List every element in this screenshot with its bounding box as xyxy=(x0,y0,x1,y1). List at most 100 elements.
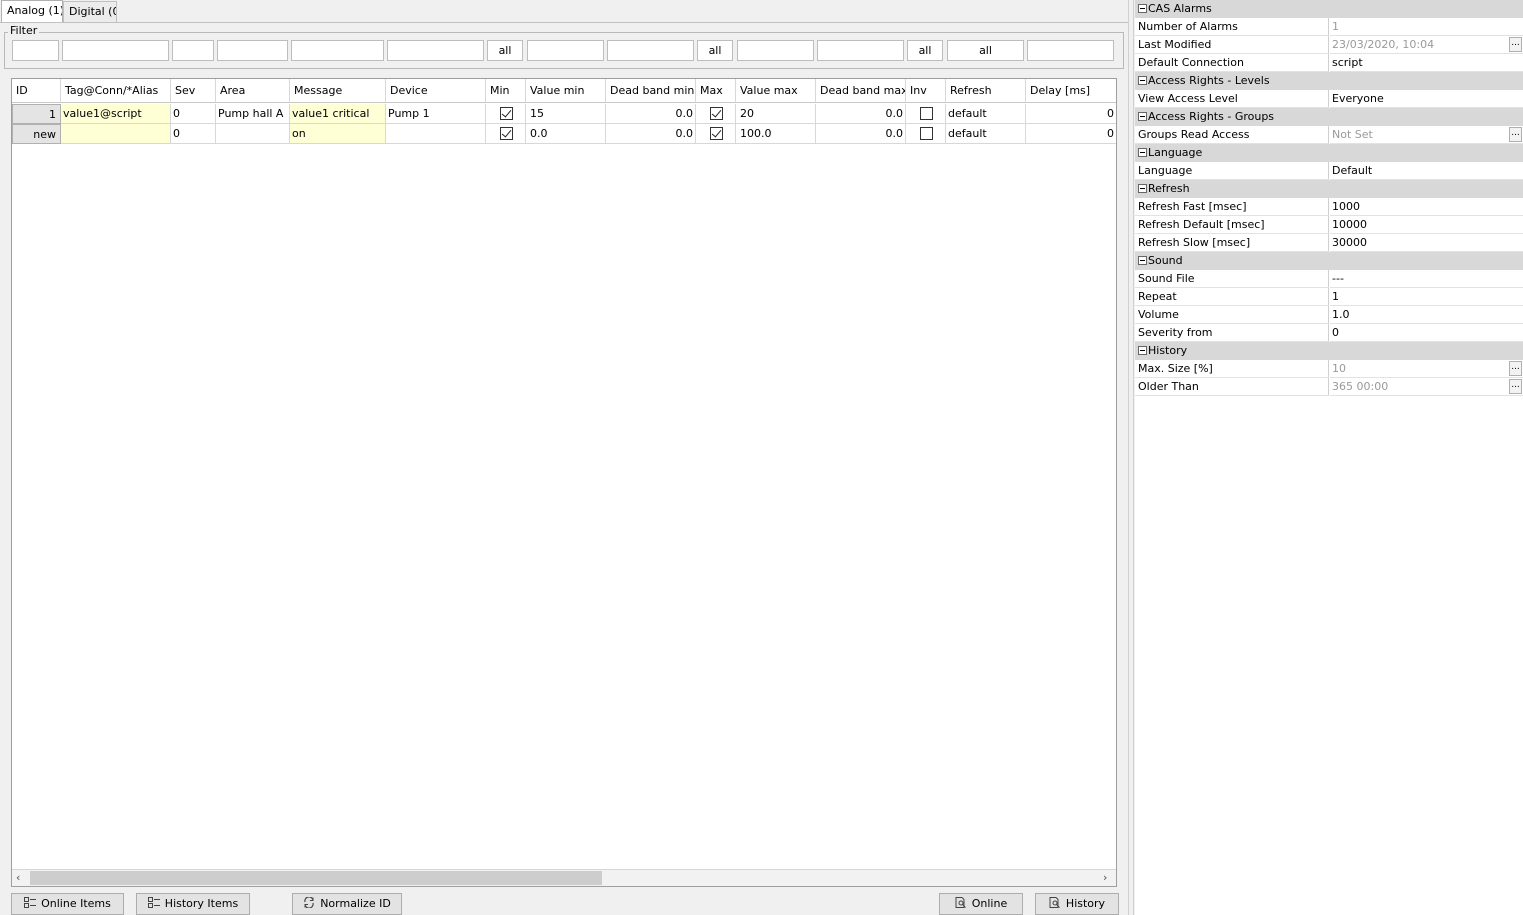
collapse-icon[interactable] xyxy=(1138,346,1147,355)
col-header-max[interactable]: Max xyxy=(696,79,736,103)
history-button[interactable]: History xyxy=(1035,893,1119,915)
cell-device[interactable]: Pump 1 xyxy=(386,104,486,124)
col-header-inv[interactable]: Inv xyxy=(906,79,946,103)
cell-dead-band-min[interactable]: 0.0 xyxy=(606,104,696,124)
col-header-tag[interactable]: Tag@Conn/*Alias xyxy=(61,79,171,103)
cell-dead-band-max[interactable]: 0.0 xyxy=(816,104,906,124)
ellipsis-button[interactable]: ... xyxy=(1509,127,1522,142)
cell-value-max[interactable]: 20 xyxy=(736,104,816,124)
category-access-groups[interactable]: Access Rights - Groups xyxy=(1135,108,1523,126)
filter-delay-input[interactable] xyxy=(1027,40,1114,61)
filter-area-input[interactable] xyxy=(217,40,288,61)
col-header-sev[interactable]: Sev xyxy=(171,79,216,103)
cell-sev[interactable]: 0 xyxy=(171,124,216,144)
cell-tag[interactable]: value1@script xyxy=(61,104,171,124)
cell-message[interactable]: on xyxy=(290,124,386,144)
filter-max-all[interactable]: all xyxy=(697,40,733,61)
category-language[interactable]: Language xyxy=(1135,144,1523,162)
prop-volume[interactable]: Volume 1.0 xyxy=(1135,306,1523,324)
scrollbar-thumb[interactable] xyxy=(30,871,602,885)
max-checkbox[interactable] xyxy=(710,127,723,140)
cell-device[interactable] xyxy=(386,124,486,144)
tab-analog[interactable]: Analog (1) xyxy=(1,0,63,22)
category-cas-alarms[interactable]: CAS Alarms xyxy=(1135,0,1523,18)
cell-refresh[interactable]: default xyxy=(946,124,1026,144)
cell-value-min[interactable]: 0.0 xyxy=(526,124,606,144)
cell-message[interactable]: value1 critical xyxy=(290,104,386,124)
min-checkbox[interactable] xyxy=(500,107,513,120)
col-header-id[interactable]: ID xyxy=(12,79,61,103)
collapse-icon[interactable] xyxy=(1138,148,1147,157)
prop-sound-file[interactable]: Sound File --- xyxy=(1135,270,1523,288)
filter-value-min-input[interactable] xyxy=(527,40,604,61)
filter-device-input[interactable] xyxy=(387,40,484,61)
cell-sev[interactable]: 0 xyxy=(171,104,216,124)
max-checkbox[interactable] xyxy=(710,107,723,120)
prop-refresh-slow[interactable]: Refresh Slow [msec] 30000 xyxy=(1135,234,1523,252)
online-button[interactable]: Online xyxy=(939,893,1023,915)
category-refresh[interactable]: Refresh xyxy=(1135,180,1523,198)
cell-dead-band-max[interactable]: 0.0 xyxy=(816,124,906,144)
cell-value-min[interactable]: 15 xyxy=(526,104,606,124)
cell-delay[interactable]: 0 xyxy=(1026,104,1116,124)
col-header-value-max[interactable]: Value max xyxy=(736,79,816,103)
col-header-device[interactable]: Device xyxy=(386,79,486,103)
filter-tag-input[interactable] xyxy=(62,40,169,61)
scroll-left-arrow-icon[interactable]: ‹ xyxy=(16,869,20,886)
ellipsis-button[interactable]: ... xyxy=(1509,37,1522,52)
category-sound[interactable]: Sound xyxy=(1135,252,1523,270)
collapse-icon[interactable] xyxy=(1138,112,1147,121)
filter-value-max-input[interactable] xyxy=(737,40,814,61)
inv-checkbox[interactable] xyxy=(920,127,933,140)
history-items-button[interactable]: History Items xyxy=(136,893,250,915)
filter-dead-band-min-input[interactable] xyxy=(607,40,694,61)
col-header-message[interactable]: Message xyxy=(290,79,386,103)
filter-refresh-all[interactable]: all xyxy=(947,40,1024,61)
filter-message-input[interactable] xyxy=(291,40,384,61)
prop-value[interactable]: Everyone xyxy=(1330,90,1523,108)
col-header-min[interactable]: Min xyxy=(486,79,526,103)
col-header-dead-band-min[interactable]: Dead band min xyxy=(606,79,696,103)
min-checkbox[interactable] xyxy=(500,127,513,140)
col-header-area[interactable]: Area xyxy=(216,79,290,103)
filter-inv-all[interactable]: all xyxy=(907,40,943,61)
panel-splitter[interactable] xyxy=(1128,0,1134,915)
cell-refresh[interactable]: default xyxy=(946,104,1026,124)
col-header-delay[interactable]: Delay [ms] xyxy=(1026,79,1116,103)
cell-dead-band-min[interactable]: 0.0 xyxy=(606,124,696,144)
prop-older-than[interactable]: Older Than 365 00:00... xyxy=(1135,378,1523,396)
cell-value-max[interactable]: 100.0 xyxy=(736,124,816,144)
category-access-levels[interactable]: Access Rights - Levels xyxy=(1135,72,1523,90)
col-header-dead-band-max[interactable]: Dead band max xyxy=(816,79,906,103)
prop-value[interactable]: script xyxy=(1330,54,1523,72)
col-header-value-min[interactable]: Value min xyxy=(526,79,606,103)
cell-area[interactable]: Pump hall A xyxy=(216,104,290,124)
normalize-id-button[interactable]: Normalize ID xyxy=(292,893,402,915)
collapse-icon[interactable] xyxy=(1138,256,1147,265)
prop-view-access-level[interactable]: View Access Level Everyone xyxy=(1135,90,1523,108)
tab-digital[interactable]: Digital (0) xyxy=(63,1,117,22)
cell-area[interactable] xyxy=(216,124,290,144)
ellipsis-button[interactable]: ... xyxy=(1509,379,1522,394)
prop-value[interactable]: --- xyxy=(1330,270,1523,288)
filter-dead-band-max-input[interactable] xyxy=(817,40,904,61)
row-header-new[interactable]: new xyxy=(12,124,61,144)
prop-value[interactable]: 0 xyxy=(1330,324,1523,342)
scroll-right-arrow-icon[interactable]: › xyxy=(1103,869,1107,886)
prop-value[interactable]: 1000 xyxy=(1330,198,1523,216)
cell-delay[interactable]: 0 xyxy=(1026,124,1116,144)
category-history[interactable]: History xyxy=(1135,342,1523,360)
filter-min-all[interactable]: all xyxy=(487,40,523,61)
ellipsis-button[interactable]: ... xyxy=(1509,361,1522,376)
prop-value[interactable]: 1.0 xyxy=(1330,306,1523,324)
prop-value[interactable]: Default xyxy=(1330,162,1523,180)
prop-groups-read-access[interactable]: Groups Read Access Not Set... xyxy=(1135,126,1523,144)
prop-default-connection[interactable]: Default Connection script xyxy=(1135,54,1523,72)
prop-value[interactable]: 30000 xyxy=(1330,234,1523,252)
prop-language[interactable]: Language Default xyxy=(1135,162,1523,180)
prop-value[interactable]: 10000 xyxy=(1330,216,1523,234)
prop-severity-from[interactable]: Severity from 0 xyxy=(1135,324,1523,342)
prop-repeat[interactable]: Repeat 1 xyxy=(1135,288,1523,306)
collapse-icon[interactable] xyxy=(1138,4,1147,13)
filter-id-input[interactable] xyxy=(12,40,59,61)
